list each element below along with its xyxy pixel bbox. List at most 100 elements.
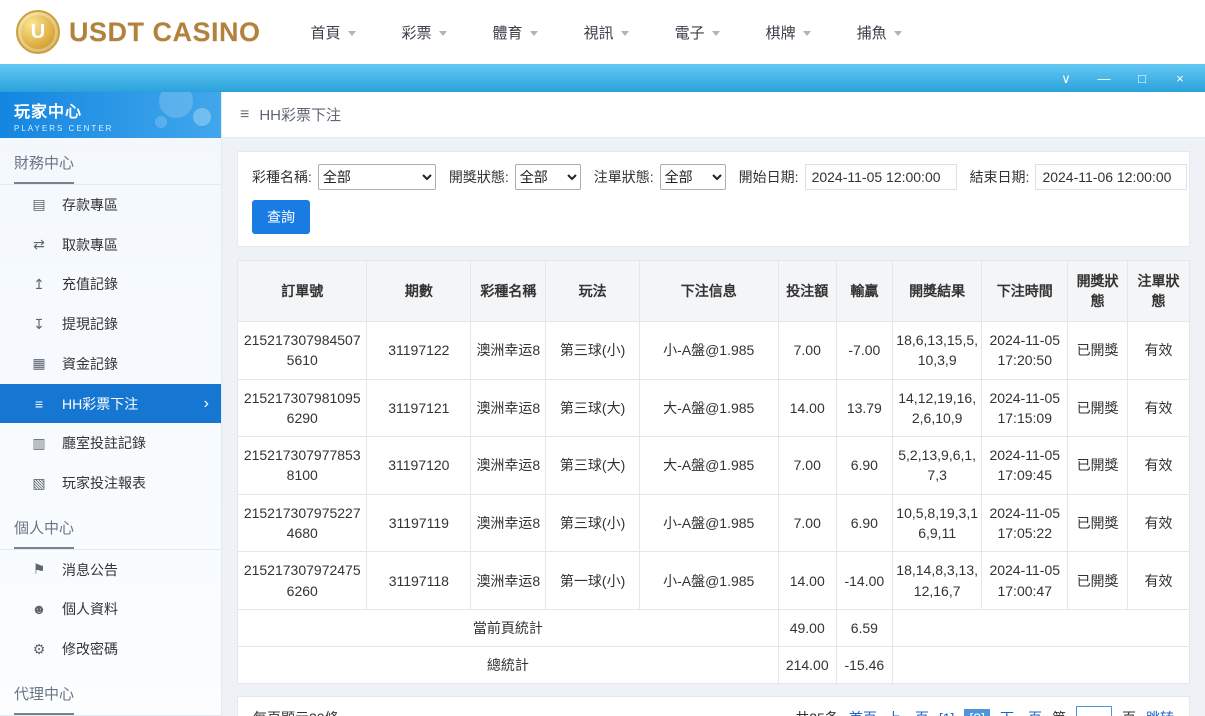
sidebar-item-label: 資金記錄	[62, 354, 118, 374]
main-panel: ≡ HH彩票下注 彩種名稱: 全部 開獎狀態:	[222, 92, 1205, 716]
end-date-input[interactable]	[1035, 164, 1187, 190]
table-header-row: 訂單號 期數 彩種名稱 玩法 下注信息 投注額 輸贏 開獎結果 下注時間 開獎狀…	[238, 261, 1190, 322]
minimize-icon[interactable]: —	[1097, 72, 1111, 85]
nav-item-cards[interactable]: 棋牌	[766, 22, 811, 43]
player-report-icon: ▧	[30, 475, 48, 492]
cell-draw-status: 已開獎	[1068, 437, 1128, 495]
page-2-current[interactable]: [2]	[964, 709, 990, 716]
cell-bet-time: 2024-11-05 17:15:09	[982, 379, 1068, 437]
lottery-filter-label: 彩種名稱:	[252, 167, 312, 187]
cell-play: 第三球(小)	[546, 322, 639, 380]
cell-bet-time: 2024-11-05 17:09:45	[982, 437, 1068, 495]
room-bet-record-icon: ▥	[30, 435, 48, 452]
close-icon[interactable]: ×	[1173, 72, 1187, 85]
cell-order-id: 2152173079810956290	[238, 379, 367, 437]
col-draw-status: 開獎狀態	[1068, 261, 1128, 322]
sidebar-item-change-password[interactable]: ⚙ 修改密碼	[0, 629, 221, 669]
summary-empty	[892, 609, 1189, 646]
end-date-label: 結束日期:	[970, 167, 1030, 187]
section-label: 代理中心	[14, 683, 74, 715]
nav-label: 體育	[493, 22, 523, 43]
section-label: 個人中心	[14, 517, 74, 549]
prev-page-link[interactable]: 上一页	[887, 708, 929, 716]
cell-lottery: 澳洲幸运8	[471, 494, 546, 552]
sidebar-item-hh-lottery-bets[interactable]: ≡ HH彩票下注 ›	[0, 384, 221, 424]
dropdown-chevron-icon[interactable]: ∨	[1059, 72, 1073, 85]
cell-win-loss: -14.00	[836, 552, 892, 610]
col-order-status: 注單狀態	[1128, 261, 1190, 322]
chevron-down-icon	[803, 31, 811, 36]
section-personal-center: 個人中心	[0, 503, 221, 550]
summary-win-loss: -15.46	[836, 646, 892, 683]
cell-draw-status: 已開獎	[1068, 552, 1128, 610]
page-size-text: 每頁顯示20條	[253, 708, 339, 716]
summary-label: 總統計	[238, 646, 779, 683]
cell-win-loss: 13.79	[836, 379, 892, 437]
cell-bet-info: 小-A盤@1.985	[639, 322, 778, 380]
nav-label: 首頁	[311, 22, 341, 43]
cell-lottery: 澳洲幸运8	[471, 379, 546, 437]
cell-order-status: 有效	[1128, 552, 1190, 610]
sidebar-item-label: 取款專區	[62, 235, 118, 255]
cell-period: 31197122	[367, 322, 471, 380]
cell-bet-time: 2024-11-05 17:05:22	[982, 494, 1068, 552]
sidebar-item-announcements[interactable]: ⚑ 消息公告	[0, 550, 221, 590]
lottery-select[interactable]: 全部	[318, 164, 436, 190]
page-jump-input[interactable]	[1076, 706, 1112, 716]
sidebar-item-player-bet-report[interactable]: ▧ 玩家投注報表	[0, 463, 221, 503]
sidebar-item-room-bet-records[interactable]: ▥ 廳室投註記錄	[0, 423, 221, 463]
sidebar-item-profile[interactable]: ☻ 個人資料	[0, 590, 221, 630]
deposit-icon: ▤	[30, 196, 48, 213]
nav-item-live[interactable]: 視訊	[584, 22, 629, 43]
sidebar-item-deposit-zone[interactable]: ▤ 存款專區	[0, 185, 221, 225]
cell-bet-info: 小-A盤@1.985	[639, 494, 778, 552]
section-label: 財務中心	[14, 152, 74, 184]
sidebar-item-cashout-records[interactable]: ↧ 提現記錄	[0, 304, 221, 344]
table-row: 2152173079752274680 31197119 澳洲幸运8 第三球(小…	[238, 494, 1190, 552]
start-date-input[interactable]	[805, 164, 957, 190]
sidebar: 玩家中心 PLAYERS CENTER 財務中心 ▤ 存款專區 ⇄ 取款專區 ↥…	[0, 92, 222, 716]
cell-bet-info: 大-A盤@1.985	[639, 437, 778, 495]
cell-bet-info: 大-A盤@1.985	[639, 379, 778, 437]
top-navbar: U USDT CASINO 首頁 彩票 體育 視訊 電子 棋牌 捕魚	[0, 0, 1205, 64]
search-button[interactable]: 查詢	[252, 200, 310, 234]
sidebar-item-label: 提現記錄	[62, 314, 118, 334]
end-date-group: 結束日期:	[970, 164, 1188, 190]
start-date-label: 開始日期:	[739, 167, 799, 187]
cell-draw-status: 已開獎	[1068, 322, 1128, 380]
jump-button[interactable]: 跳转	[1146, 708, 1174, 716]
page-1-link[interactable]: [1]	[939, 710, 955, 716]
draw-status-select[interactable]: 全部	[515, 164, 581, 190]
cell-bet-amount: 14.00	[778, 379, 836, 437]
sidebar-item-withdraw-zone[interactable]: ⇄ 取款專區	[0, 225, 221, 265]
cell-play: 第三球(大)	[546, 437, 639, 495]
cell-order-id: 2152173079752274680	[238, 494, 367, 552]
brand-logo[interactable]: U USDT CASINO	[16, 10, 261, 54]
jump-prefix-label: 第	[1052, 708, 1066, 716]
section-agent-center: 代理中心	[0, 669, 221, 716]
cell-draw-result: 18,14,8,3,13,12,16,7	[892, 552, 981, 610]
chevron-down-icon	[348, 31, 356, 36]
col-bet-info: 下注信息	[639, 261, 778, 322]
nav-item-fishing[interactable]: 捕魚	[857, 22, 902, 43]
col-win-loss: 輸贏	[836, 261, 892, 322]
summary-win-loss: 6.59	[836, 609, 892, 646]
app-window: U USDT CASINO 首頁 彩票 體育 視訊 電子 棋牌 捕魚 ∨ — □…	[0, 0, 1205, 716]
next-page-link[interactable]: 下一页	[1000, 708, 1042, 716]
first-page-link[interactable]: 首页	[849, 708, 877, 716]
breadcrumb: ≡ HH彩票下注	[222, 92, 1205, 138]
sidebar-item-funds-records[interactable]: ▦ 資金記錄	[0, 344, 221, 384]
funds-record-icon: ▦	[30, 355, 48, 372]
order-status-select[interactable]: 全部	[660, 164, 726, 190]
cell-bet-info: 小-A盤@1.985	[639, 552, 778, 610]
cell-bet-amount: 14.00	[778, 552, 836, 610]
nav-item-slots[interactable]: 電子	[675, 22, 720, 43]
hamburger-menu-icon[interactable]: ≡	[240, 106, 249, 124]
layout: 玩家中心 PLAYERS CENTER 財務中心 ▤ 存款專區 ⇄ 取款專區 ↥…	[0, 92, 1205, 716]
sidebar-item-recharge-records[interactable]: ↥ 充值記錄	[0, 264, 221, 304]
nav-item-lottery[interactable]: 彩票	[402, 22, 447, 43]
nav-item-home[interactable]: 首頁	[311, 22, 356, 43]
nav-item-sports[interactable]: 體育	[493, 22, 538, 43]
maximize-icon[interactable]: □	[1135, 72, 1149, 85]
cell-play: 第三球(小)	[546, 494, 639, 552]
